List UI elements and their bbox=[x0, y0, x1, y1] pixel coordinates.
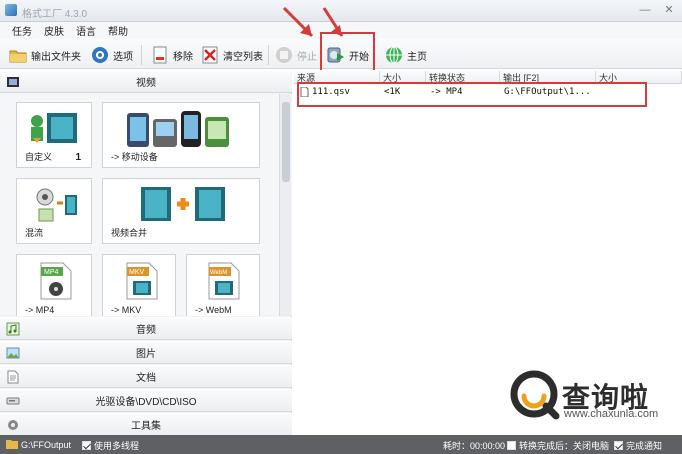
webm-file-icon: WebM bbox=[207, 261, 241, 304]
tile-mux[interactable]: 混流 bbox=[16, 178, 92, 244]
watermark: 查询啦 www.chaxunla.com bbox=[506, 368, 674, 424]
elapsed-time: 耗时：00:00:00 bbox=[443, 439, 505, 452]
video-icon bbox=[6, 75, 20, 89]
menu-task[interactable]: 任务 bbox=[12, 23, 32, 38]
notify-checkbox[interactable] bbox=[614, 441, 623, 450]
menu-language[interactable]: 语言 bbox=[76, 23, 96, 38]
close-button[interactable]: ✕ bbox=[662, 3, 676, 17]
notify-option[interactable]: 完成通知 bbox=[614, 439, 662, 452]
output-folder-status[interactable]: G:\FFOutput bbox=[6, 439, 71, 451]
tile-custom[interactable]: 自定义 1 bbox=[16, 102, 92, 168]
options-button[interactable]: 选项 bbox=[90, 43, 133, 67]
status-bar: G:\FFOutput 使用多线程 耗时：00:00:00 转换完成后：关闭电脑… bbox=[0, 435, 682, 454]
after-convert-label: 转换完成后：关闭电脑 bbox=[519, 441, 610, 451]
stop-button[interactable]: 停止 bbox=[274, 43, 317, 67]
annotation-arrows bbox=[282, 6, 344, 38]
elapsed-label: 耗时：00:00:00 bbox=[443, 441, 506, 451]
home-label: 主页 bbox=[407, 51, 427, 63]
audio-section-header[interactable]: 音频 bbox=[0, 317, 292, 340]
toolkit-section-label: 工具集 bbox=[131, 421, 161, 432]
svg-text:WebM: WebM bbox=[210, 270, 227, 276]
multithread-label: 使用多线程 bbox=[94, 441, 140, 451]
after-convert-checkbox[interactable] bbox=[507, 441, 516, 450]
toolkit-icon bbox=[6, 418, 20, 432]
disc-drive-icon bbox=[6, 394, 20, 408]
picture-icon bbox=[6, 346, 20, 360]
minimize-button[interactable]: — bbox=[638, 3, 652, 17]
globe-icon bbox=[384, 45, 404, 65]
clear-list-button[interactable]: 清空列表 bbox=[200, 43, 263, 67]
disc-section-header[interactable]: 光驱设备\DVD\CD\ISO bbox=[0, 389, 292, 412]
multithread-checkbox[interactable] bbox=[82, 441, 91, 450]
menu-skin[interactable]: 皮肤 bbox=[44, 23, 64, 38]
mp4-file-icon: MP4 bbox=[39, 261, 73, 304]
mobile-devices-icon bbox=[125, 107, 235, 152]
video-join-icon bbox=[141, 187, 225, 224]
menu-help[interactable]: 帮助 bbox=[108, 23, 128, 38]
watermark-url: www.chaxunla.com bbox=[564, 408, 659, 420]
music-note-icon bbox=[6, 322, 20, 336]
window-title: 格式工厂 4.3.0 bbox=[22, 9, 88, 20]
clear-list-label: 清空列表 bbox=[223, 51, 263, 63]
tile-custom-count: 1 bbox=[75, 152, 81, 163]
mkv-file-icon: MKV bbox=[125, 261, 159, 304]
app-icon bbox=[5, 4, 17, 16]
folder-small-icon bbox=[6, 439, 18, 451]
category-panel: 视频 自定义 1 -> 移动设备 混流 视频合并 MP4 -> MP4 MKV … bbox=[0, 70, 292, 436]
audio-section-label: 音频 bbox=[136, 325, 156, 336]
tile-mux-label: 混流 bbox=[25, 228, 44, 238]
after-convert-option[interactable]: 转换完成后：关闭电脑 bbox=[507, 439, 609, 452]
notify-label: 完成通知 bbox=[626, 441, 663, 451]
tile-scrollbar-thumb[interactable] bbox=[282, 102, 290, 182]
tile-mkv-label: -> MKV bbox=[111, 305, 142, 315]
image-section-header[interactable]: 图片 bbox=[0, 341, 292, 364]
tile-mp4-label: -> MP4 bbox=[25, 305, 55, 315]
tile-video-join[interactable]: 视频合并 bbox=[102, 178, 260, 244]
stop-icon bbox=[274, 45, 294, 65]
tile-webm-label: -> WebM bbox=[195, 305, 232, 315]
options-label: 选项 bbox=[113, 51, 133, 63]
tile-mobile-device[interactable]: -> 移动设备 bbox=[102, 102, 260, 168]
home-button[interactable]: 主页 bbox=[384, 43, 427, 67]
output-folder-button[interactable]: 输出文件夹 bbox=[8, 43, 81, 67]
output-folder-path: G:\FFOutput bbox=[21, 440, 72, 450]
document-icon bbox=[6, 370, 20, 384]
clear-icon bbox=[200, 45, 220, 65]
mux-icon bbox=[35, 187, 79, 226]
task-row-highlight-box bbox=[297, 82, 647, 107]
multithread-option[interactable]: 使用多线程 bbox=[82, 439, 139, 452]
watermark-logo bbox=[510, 370, 562, 425]
toolkit-section-header[interactable]: 工具集 bbox=[0, 413, 292, 436]
remove-icon bbox=[150, 45, 170, 65]
tile-mobile-label: -> 移动设备 bbox=[111, 152, 158, 162]
document-section-header[interactable]: 文档 bbox=[0, 365, 292, 388]
tile-video-join-label: 视频合并 bbox=[111, 228, 148, 238]
svg-text:MP4: MP4 bbox=[44, 269, 59, 276]
tile-mp4[interactable]: MP4 -> MP4 bbox=[16, 254, 92, 316]
remove-button[interactable]: 移除 bbox=[150, 43, 193, 67]
remove-label: 移除 bbox=[173, 51, 193, 63]
tile-mkv[interactable]: MKV -> MKV bbox=[102, 254, 176, 316]
video-section-label: 视频 bbox=[136, 78, 156, 89]
svg-text:MKV: MKV bbox=[129, 269, 145, 276]
stop-label: 停止 bbox=[297, 51, 317, 63]
tile-scrollbar[interactable] bbox=[279, 94, 291, 316]
video-section-header[interactable]: 视频 bbox=[0, 70, 292, 93]
output-folder-label: 输出文件夹 bbox=[31, 51, 81, 63]
image-section-label: 图片 bbox=[136, 349, 156, 360]
folder-icon bbox=[8, 45, 28, 65]
custom-icon bbox=[27, 109, 83, 152]
document-section-label: 文档 bbox=[136, 373, 156, 384]
tile-custom-label: 自定义 bbox=[25, 152, 53, 162]
tile-webm[interactable]: WebM -> WebM bbox=[186, 254, 260, 316]
options-icon bbox=[90, 45, 110, 65]
disc-section-label: 光驱设备\DVD\CD\ISO bbox=[95, 397, 197, 408]
